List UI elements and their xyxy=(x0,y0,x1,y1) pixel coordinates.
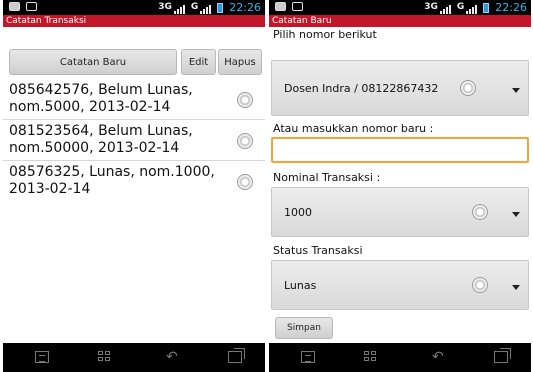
choose-number-label: Pilih nomor berikut xyxy=(273,28,377,41)
new-number-input[interactable] xyxy=(271,137,529,163)
signal-g-icon: G xyxy=(457,1,478,14)
home-icon[interactable] xyxy=(364,351,378,363)
transaction-list: 085642576, Belum Lunas, nom.5000, 2013-0… xyxy=(3,79,265,202)
list-toolbar: Catatan Baru Edit Hapus xyxy=(3,27,265,79)
radio-button[interactable] xyxy=(237,174,253,190)
app-title: Catatan Baru xyxy=(269,15,531,27)
nominal-spinner[interactable]: 1000 xyxy=(271,187,529,237)
signal-3g-icon: 3G xyxy=(158,1,185,14)
list-item-text: 081523564, Belum Lunas, nom.50000, 2013-… xyxy=(9,123,193,156)
nominal-selected-value: 1000 xyxy=(284,206,312,219)
battery-icon xyxy=(217,2,224,13)
radio-button[interactable] xyxy=(237,133,253,149)
navigation-bar: ↶ xyxy=(3,343,265,372)
dropdown-arrow-icon xyxy=(512,285,520,290)
message-notification-icon xyxy=(275,2,286,11)
battery-icon xyxy=(483,2,490,13)
status-spinner[interactable]: Lunas xyxy=(271,260,529,310)
contact-spinner[interactable]: Dosen Indra / 08122867432 xyxy=(271,60,529,116)
menu-icon[interactable] xyxy=(35,351,49,363)
status-label: Status Transaksi xyxy=(273,244,363,257)
status-clock: 22:26 xyxy=(229,1,261,14)
new-number-label: Atau masukkan nomor baru : xyxy=(273,122,434,135)
recent-apps-icon[interactable] xyxy=(494,348,511,363)
list-item-text: 08576325, Lunas, nom.1000, 2013-02-14 xyxy=(9,164,215,197)
back-icon[interactable]: ↶ xyxy=(166,350,180,364)
app-title: Catatan Transaksi xyxy=(3,15,265,27)
delete-button[interactable]: Hapus xyxy=(218,49,262,75)
image-notification-icon xyxy=(292,2,303,11)
contact-selected-value: Dosen Indra / 08122867432 xyxy=(284,82,439,95)
signal-g-icon: G xyxy=(191,1,212,14)
list-item[interactable]: 081523564, Belum Lunas, nom.50000, 2013-… xyxy=(3,120,265,161)
dropdown-arrow-icon xyxy=(512,88,520,93)
radio-button[interactable] xyxy=(237,92,253,108)
status-bar: 3G G 22:26 xyxy=(3,0,265,15)
radio-button xyxy=(472,277,488,293)
back-icon[interactable]: ↶ xyxy=(432,350,446,364)
message-notification-icon xyxy=(9,2,20,11)
navigation-bar: ↶ xyxy=(269,343,531,372)
signal-3g-icon: 3G xyxy=(424,1,451,14)
radio-button xyxy=(472,204,488,220)
radio-button xyxy=(460,80,476,96)
list-item[interactable]: 08576325, Lunas, nom.1000, 2013-02-14 xyxy=(3,161,265,202)
status-bar: 3G G 22:26 xyxy=(269,0,531,15)
list-item-text: 085642576, Belum Lunas, nom.5000, 2013-0… xyxy=(9,82,193,115)
status-clock: 22:26 xyxy=(495,1,527,14)
dropdown-arrow-icon xyxy=(512,212,520,217)
new-record-screen: 3G G 22:26 Catatan Baru Pilih nomor beri… xyxy=(269,0,531,372)
recent-apps-icon[interactable] xyxy=(228,348,245,363)
image-notification-icon xyxy=(26,2,37,11)
list-item[interactable]: 085642576, Belum Lunas, nom.5000, 2013-0… xyxy=(3,79,265,120)
status-selected-value: Lunas xyxy=(284,279,317,292)
transaction-list-screen: 3G G 22:26 Catatan Transaksi Catatan Bar… xyxy=(3,0,265,372)
new-record-button[interactable]: Catatan Baru xyxy=(9,49,177,75)
save-button[interactable]: Simpan xyxy=(275,317,333,339)
nominal-label: Nominal Transaksi : xyxy=(273,171,381,184)
home-icon[interactable] xyxy=(98,351,112,363)
menu-icon[interactable] xyxy=(301,351,315,363)
edit-button[interactable]: Edit xyxy=(181,49,216,75)
